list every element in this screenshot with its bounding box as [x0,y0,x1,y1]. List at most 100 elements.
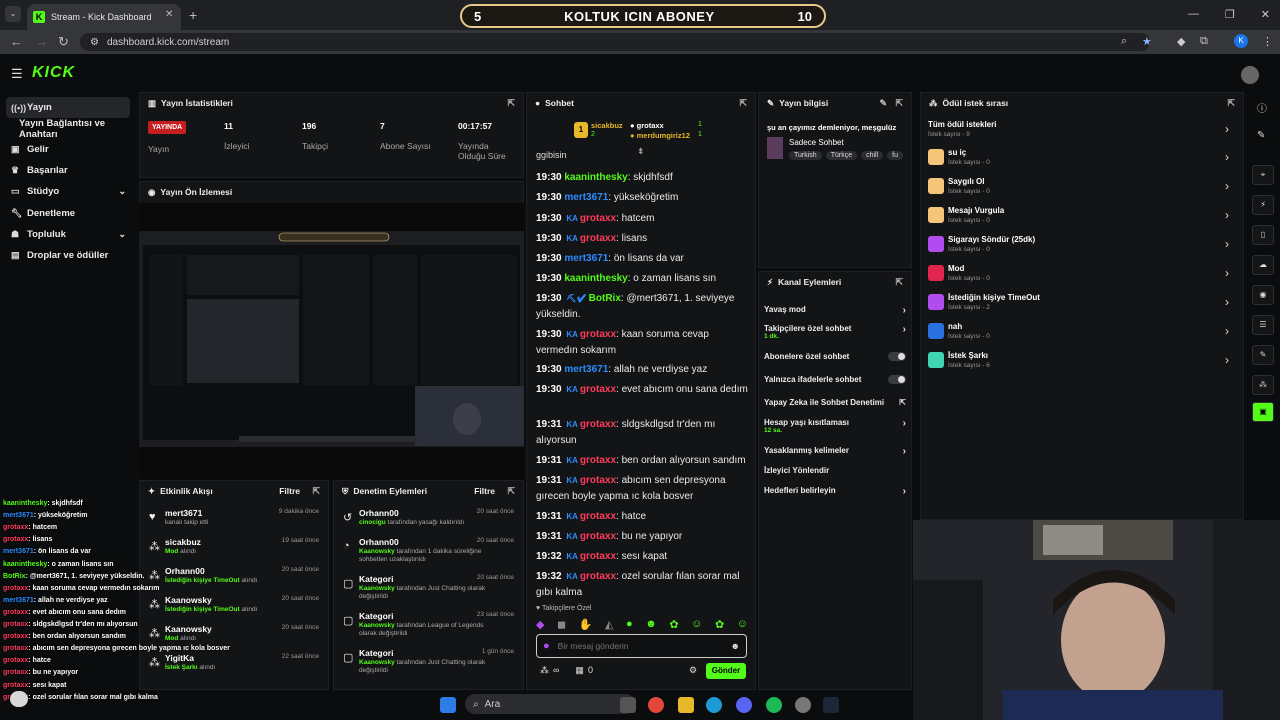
spotify-icon[interactable] [766,697,782,713]
moderation-item[interactable]: ↺ Orhann00 20 saat önce cinocigu tarafından… [341,508,516,538]
popout-icon[interactable]: ⇱ [1227,98,1235,109]
ai-moderation-item[interactable]: Yapay Zeka ile Sohbet Denetimi ⇱ [764,398,906,407]
tag[interactable]: Turkish [789,151,822,160]
activity-item[interactable]: ⁂ sicakbuz 19 saat önce Mod alındı [147,537,321,565]
followers-only-item[interactable]: Takipçilere özel sohbet 1 dk. › [764,324,906,340]
emote-icon[interactable]: ☺ [691,618,702,632]
popout-icon[interactable]: ⇱ [739,98,747,109]
moderation-item[interactable]: ▢ Kategori 23 saat önce Kaanowsky tarafında… [341,611,516,647]
reward-item[interactable]: nah İstek sayısı - 0 › [928,320,1233,344]
file-explorer-icon[interactable] [678,697,694,713]
chat-username[interactable]: grotaxx [580,475,616,486]
chat-message[interactable]: 19:31 KA grotaxx: bu ne yapıyor [536,529,751,545]
chat-message[interactable]: 19:30 KA grotaxx: kaan soruma cevap verme… [536,327,751,358]
info-icon[interactable]: ⓘ [1257,100,1267,115]
close-window-icon[interactable]: ✕ [1261,8,1270,21]
tab-list-icon[interactable]: ⌄ [5,6,21,22]
activity-item[interactable]: ⁂ YigitKa 22 saat önce İstek Şarkı alındı [147,653,321,681]
chat-message[interactable]: 19:30 ⛏✔ BotRix: @mert3671, 1. seviyeye y… [536,291,751,322]
reward-item[interactable]: İstediğin kişiye TimeOut İstek sayısı - 2… [928,291,1233,315]
chat-username[interactable]: mert3671 [564,253,608,264]
chat-message[interactable]: 19:30 KA grotaxx: hatcem [536,211,751,227]
back-icon[interactable]: ← [10,34,23,49]
chat-message[interactable]: 19:31 KA grotaxx: sldgskdlgsd tr'den mı a… [536,417,751,448]
gift-icon[interactable]: ▦ [575,665,584,676]
chat-username[interactable]: grotaxx [580,511,616,522]
reward-item[interactable]: İstek Şarkı İstek sayısı - 6 › [928,349,1233,373]
chat-username[interactable]: grotaxx [580,551,616,562]
chat-username[interactable]: BotRix [589,293,621,304]
profile-avatar[interactable]: K [1234,34,1248,48]
tab-close-icon[interactable]: ✕ [165,9,173,20]
forward-icon[interactable]: → [35,34,48,49]
toolbar-note-icon[interactable]: ▯ [1252,225,1274,245]
edge-icon[interactable] [706,697,722,713]
minimize-icon[interactable]: — [1188,8,1199,21]
taskbar-search[interactable]: ⌕ Ara [465,694,635,714]
send-button[interactable]: Gönder [706,663,746,679]
sidebar-item-basarilar[interactable]: ♛ Başarılar [6,160,130,181]
chat-message[interactable]: 19:32 KA grotaxx: sesı kapat [536,549,751,565]
sidebar-item-yayin[interactable]: ((•)) Yayın [6,97,130,118]
maximize-icon[interactable]: ❐ [1225,8,1235,21]
menu-dots-icon[interactable]: ⋮ [1262,35,1273,48]
chat-message[interactable]: 19:31 KA grotaxx: hatce [536,509,751,525]
emote-icon[interactable]: ✿ [669,618,678,632]
edit-icon[interactable]: ✎ [879,98,887,109]
moderation-item[interactable]: ▢ Kategori 20 saat önce Kaanowsky tarafında… [341,574,516,610]
mic-icon[interactable]: ● [543,640,550,652]
emote-icon[interactable]: ☻ [645,618,657,632]
moderation-item[interactable]: ▢ Kategori 1 gün önce Kaanowsky tarafından … [341,648,516,684]
chat-input-box[interactable]: ● ☻ [536,634,747,658]
goals-item[interactable]: Hedefleri belirleyin › [764,486,906,497]
emote-icon[interactable]: ◭ [605,618,613,632]
kick-logo[interactable]: KICK [32,64,75,82]
chat-username[interactable]: mert3671 [564,192,608,203]
browser-tab[interactable]: K Stream - Kick Dashboard [27,4,181,30]
chat-username[interactable]: kaaninthesky [564,273,627,284]
toolbar-chat-icon[interactable]: ☁ [1252,255,1274,275]
activity-item[interactable]: ♥ mert3671 9 dakika önce kanalı takip etti [147,508,321,536]
filter-button[interactable]: Filtre [474,486,495,496]
popout-icon[interactable]: ⇱ [895,98,903,109]
chat-username[interactable]: grotaxx [580,455,616,466]
toolbar-reward-icon[interactable]: ⁂ [1252,375,1274,395]
host-item[interactable]: İzleyici Yönlendir [764,466,906,475]
emote-icon[interactable]: ● [626,618,633,632]
reward-item[interactable]: Sigarayı Söndür (25dk) İstek sayısı - 0 › [928,233,1233,257]
popout-icon[interactable]: ⇱ [895,277,903,288]
emote-only-toggle[interactable] [888,375,906,384]
popout-icon[interactable]: ⇱ [312,486,320,497]
emote-icon[interactable]: ◆ [536,618,544,632]
site-info-icon[interactable]: ⚙ [90,37,99,48]
activity-item[interactable]: ⁂ Orhann00 20 saat önce İstediğin kişiye Ti… [147,566,321,594]
emote-icon[interactable]: ✋ [579,618,593,632]
chat-message[interactable]: 19:32 KA grotaxx: ozel sorular fılan sora… [536,569,751,600]
reward-item[interactable]: Mesajı Vurgula İstek sayısı - 0 › [928,204,1233,228]
steam-icon[interactable] [823,697,839,713]
url-field[interactable]: ⚙ dashboard.kick.com/stream [80,33,1150,51]
chrome-icon[interactable] [648,697,664,713]
new-tab-icon[interactable]: + [189,7,197,23]
banned-words-item[interactable]: Yasaklanmış kelimeler › [764,446,906,457]
extension-icon[interactable]: ◆ [1177,35,1185,48]
chat-message[interactable]: 19:31 KA grotaxx: abıcım sen depresyona g… [536,473,751,504]
reward-item[interactable]: Mod İstek sayısı - 0 › [928,262,1233,286]
bookmark-star-icon[interactable]: ★ [1142,35,1152,48]
chat-username[interactable]: grotaxx [580,233,616,244]
toolbar-lightning-icon[interactable]: ⚡︎ [1252,195,1274,215]
chat-username[interactable]: grotaxx [580,419,616,430]
moderation-item[interactable]: ◔ Orhann00 20 saat önce Kaanowsky tarafında… [341,537,516,573]
extensions-puzzle-icon[interactable]: ⧉ [1200,35,1208,48]
reload-icon[interactable]: ↻ [58,34,69,50]
sidebar-item-studyo[interactable]: ▭ Stüdyo ⌄ [6,181,130,202]
obs-icon[interactable] [795,697,811,713]
toolbar-target-icon[interactable]: ⌖ [1252,165,1274,185]
reward-item[interactable]: su iç İstek sayısı - 0 › [928,146,1233,170]
pencil-icon[interactable]: ✎ [1257,130,1265,141]
tag[interactable]: Türkçe [825,151,858,160]
chat-message[interactable]: 19:30 mert3671: allah ne verdiyse yaz [536,362,751,378]
subs-only-toggle[interactable] [888,352,906,361]
toolbar-list-icon[interactable]: ☰ [1252,315,1274,335]
hamburger-menu-icon[interactable]: ☰ [11,66,23,82]
